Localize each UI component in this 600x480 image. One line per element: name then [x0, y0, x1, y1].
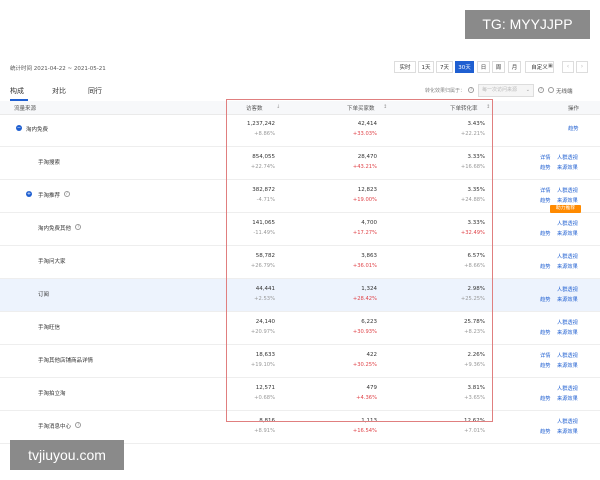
action-link[interactable]: 详情: [540, 187, 550, 194]
source-name: 手淘消息中心: [38, 424, 72, 430]
wireless-radio-label: 无线端: [556, 89, 573, 95]
source-name: 手淘旺信: [38, 325, 61, 331]
time-button-30day[interactable]: 30天: [455, 61, 474, 73]
help-icon[interactable]: ?: [63, 191, 70, 197]
source-name: 手淘问大家: [38, 259, 66, 265]
action-link[interactable]: 来源效果: [557, 329, 578, 336]
action-link[interactable]: 人群透视: [557, 352, 578, 359]
action-link[interactable]: 人群透视: [557, 187, 578, 194]
prev-arrow-icon[interactable]: ‹: [562, 61, 574, 73]
chevron-down-icon: ⌄: [525, 87, 530, 93]
action-link[interactable]: 人群透视: [557, 253, 578, 260]
source-name: 手淘拍立淘: [38, 391, 66, 397]
action-link[interactable]: 来源效果: [557, 428, 578, 435]
action-link[interactable]: 人群透视: [557, 418, 578, 425]
time-button-week[interactable]: 周: [492, 61, 505, 73]
action-link[interactable]: 来源效果: [557, 164, 578, 171]
calendar-icon: ▣: [548, 63, 553, 69]
action-link[interactable]: 详情: [540, 352, 550, 359]
action-link[interactable]: 趋势: [540, 395, 550, 402]
action-link[interactable]: 人群透视: [557, 220, 578, 227]
action-link[interactable]: 来源效果: [557, 230, 578, 237]
action-link[interactable]: 趋势: [540, 329, 550, 336]
action-link[interactable]: 趋势: [540, 428, 550, 435]
action-link[interactable]: 人群透视: [557, 319, 578, 326]
expand-icon[interactable]: +: [26, 191, 32, 197]
help-icon[interactable]: ?: [538, 87, 544, 93]
source-name: 手淘推荐: [38, 193, 61, 199]
buyers-change: +16.54%: [352, 428, 377, 434]
boost-badge[interactable]: 助力推荐: [550, 205, 581, 213]
action-link[interactable]: 来源效果: [557, 362, 578, 369]
action-link[interactable]: 详情: [540, 154, 550, 161]
attribution-select[interactable]: 每一次访问来源 ⌄: [478, 84, 534, 97]
action-link[interactable]: 来源效果: [557, 263, 578, 270]
action-link[interactable]: 人群透视: [557, 154, 578, 161]
col-source: 流量来源: [14, 106, 37, 112]
collapse-icon[interactable]: −: [16, 125, 22, 131]
action-link[interactable]: 趋势: [540, 263, 550, 270]
action-link[interactable]: 来源效果: [557, 296, 578, 303]
help-icon[interactable]: ?: [468, 87, 474, 93]
tab-peers[interactable]: 同行: [88, 86, 102, 96]
action-link[interactable]: 趋势: [540, 164, 550, 171]
action-link[interactable]: 趋势: [540, 197, 550, 204]
tab-composition[interactable]: 构成: [10, 86, 24, 96]
source-name: 淘内免费其他: [38, 226, 72, 232]
time-button-month[interactable]: 月: [508, 61, 521, 73]
source-name: 订阅: [38, 292, 50, 298]
source-name: 手淘搜索: [38, 160, 61, 166]
time-button-realtime[interactable]: 实时: [394, 61, 416, 73]
action-link[interactable]: 来源效果: [557, 395, 578, 402]
stat-time: 统计时间 2021-04-22 ~ 2021-05-21: [10, 66, 106, 72]
action-link[interactable]: 趋势: [540, 230, 550, 237]
source-name: 手淘其他店铺商品详情: [38, 358, 94, 364]
time-button-day[interactable]: 日: [477, 61, 490, 73]
action-link[interactable]: 人群透视: [557, 385, 578, 392]
action-link[interactable]: 趋势: [568, 125, 578, 132]
wireless-radio[interactable]: [548, 87, 554, 93]
attribution-placeholder: 每一次访问来源: [482, 87, 518, 93]
visitors-change: +8.91%: [254, 428, 275, 434]
tab-compare[interactable]: 对比: [52, 86, 66, 96]
action-link[interactable]: 人群透视: [557, 286, 578, 293]
watermark-top: TG: MYYJJPP: [465, 10, 590, 39]
col-action: 操作: [568, 106, 580, 112]
time-button-1day[interactable]: 1天: [418, 61, 434, 73]
conversion-change: +7.01%: [464, 428, 485, 434]
highlight-box: [226, 99, 493, 422]
next-arrow-icon[interactable]: ›: [576, 61, 588, 73]
action-link[interactable]: 趋势: [540, 362, 550, 369]
action-link[interactable]: 趋势: [540, 296, 550, 303]
time-button-7day[interactable]: 7天: [436, 61, 453, 73]
source-name: 淘内免费: [26, 127, 49, 133]
attribution-label: 转化效果归属于：: [425, 88, 466, 94]
watermark-bottom: tvjiuyou.com: [10, 440, 124, 470]
action-link[interactable]: 来源效果: [557, 197, 578, 204]
